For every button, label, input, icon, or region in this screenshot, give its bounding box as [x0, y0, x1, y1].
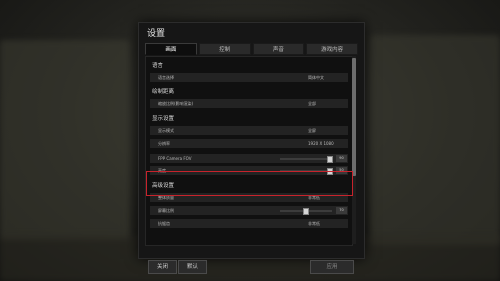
- section-render: 绘制距离: [152, 89, 175, 95]
- setting-label: FPP Camera FOV: [158, 156, 192, 161]
- fov-slider[interactable]: [280, 156, 333, 163]
- setting-row-language[interactable]: 语言选择 简体中文: [150, 73, 348, 82]
- settings-scrollbar[interactable]: [352, 56, 356, 244]
- tab-gameplay[interactable]: 游戏内容: [306, 43, 358, 55]
- setting-value: 1920 X 1080: [308, 141, 334, 146]
- section-display: 显示设置: [152, 116, 175, 122]
- setting-value: 全屏: [308, 128, 316, 133]
- scrollbar-thumb[interactable]: [352, 58, 356, 176]
- setting-value: 全部: [308, 101, 316, 106]
- settings-dialog: 设置 画面 控制 声音 游戏内容 语言 语言选择 简体中文 绘制距离 缩放比例(…: [138, 22, 365, 274]
- background-scene-right: [370, 35, 500, 245]
- close-button[interactable]: 关闭: [148, 260, 177, 274]
- section-language: 语言: [152, 63, 164, 69]
- fov-value[interactable]: 90: [336, 155, 347, 162]
- setting-label: 屏幕比例: [158, 208, 174, 213]
- tab-sound[interactable]: 声音: [252, 43, 305, 55]
- screen-scale-slider[interactable]: [280, 208, 332, 215]
- setting-row-render-scale[interactable]: 缩放比例(影响渲染) 全部: [150, 99, 348, 108]
- setting-label: 缩放比例(影响渲染): [158, 101, 194, 106]
- setting-row-resolution[interactable]: 分辨率 1920 X 1080: [150, 139, 348, 148]
- setting-row-display-mode[interactable]: 显示模式 全屏: [150, 126, 348, 135]
- setting-value: 简体中文: [308, 75, 324, 80]
- dialog-title: 设置: [147, 29, 166, 39]
- settings-content: 语言 语言选择 简体中文 绘制距离 缩放比例(影响渲染) 全部 显示设置 显示模…: [145, 56, 353, 246]
- fov-slider-handle[interactable]: [326, 156, 333, 163]
- setting-label: 语言选择: [158, 75, 174, 80]
- apply-button[interactable]: 应用: [310, 260, 354, 274]
- setting-row-fpp-fov[interactable]: FPP Camera FOV 90: [150, 154, 348, 163]
- screen-scale-value[interactable]: 70: [336, 207, 347, 214]
- tab-graphics[interactable]: 画面: [145, 43, 197, 55]
- background-scene-left: [0, 40, 130, 240]
- setting-label: 显示模式: [158, 128, 174, 133]
- screen-scale-slider-handle[interactable]: [303, 208, 309, 215]
- highlight-box: [146, 171, 353, 196]
- setting-value: 非常低: [308, 221, 320, 226]
- setting-row-screen-scale[interactable]: 屏幕比例 70: [150, 206, 348, 215]
- settings-tabs: 画面 控制 声音 游戏内容: [145, 43, 358, 55]
- setting-label: 分辨率: [158, 141, 170, 146]
- default-button[interactable]: 默认: [178, 260, 207, 274]
- setting-label: 抗锯齿: [158, 221, 170, 226]
- setting-row-anti-aliasing[interactable]: 抗锯齿 非常低: [150, 219, 348, 228]
- tab-controls[interactable]: 控制: [198, 43, 251, 55]
